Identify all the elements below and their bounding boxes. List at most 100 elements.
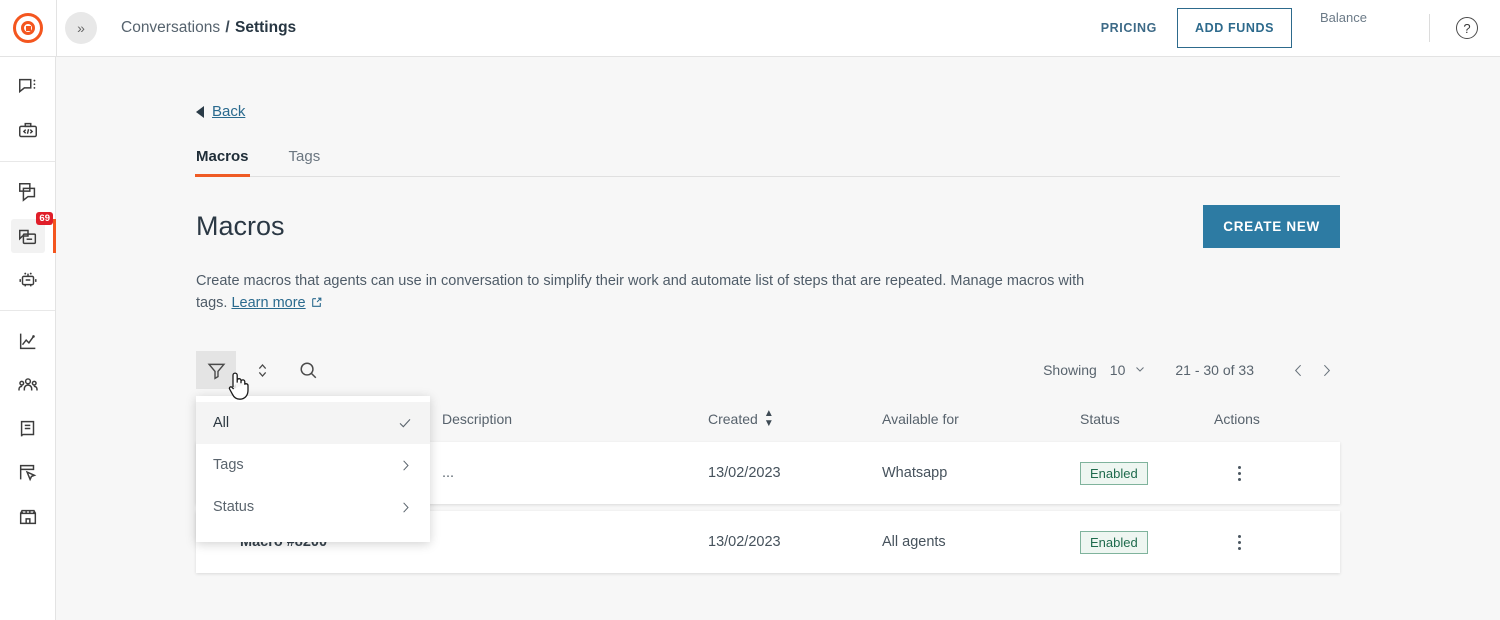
learn-more-link[interactable]: Learn more [231, 295, 305, 311]
back-link[interactable]: Back [212, 103, 245, 120]
per-page-value: 10 [1110, 362, 1126, 378]
sidebar-group-2: 69 [0, 162, 55, 311]
tab-macros[interactable]: Macros [196, 148, 257, 176]
main-content: Back Macros Tags Macros CREATE NEW Creat… [56, 57, 1500, 620]
double-chevron-right-icon[interactable]: » [65, 12, 97, 44]
breadcrumb: Conversations / Settings [121, 19, 296, 37]
chevron-down-icon [1133, 362, 1147, 379]
dropdown-item-tags-label: Tags [213, 457, 244, 473]
sidebar-group-3 [0, 311, 55, 547]
conversations-icon [11, 70, 45, 104]
inbox-archive-icon: 69 [11, 219, 45, 253]
kebab-menu-icon[interactable] [1232, 529, 1247, 556]
pagination-range: 21 - 30 of 33 [1175, 362, 1254, 378]
campaigns-copy-icon [11, 175, 45, 209]
pricing-link[interactable]: PRICING [1101, 21, 1157, 35]
per-page-select[interactable]: 10 [1110, 362, 1148, 379]
sidebar-item-store[interactable] [0, 495, 56, 539]
filter-button[interactable] [196, 351, 236, 389]
dropdown-item-all-label: All [213, 415, 229, 431]
dropdown-item-status-label: Status [213, 499, 254, 515]
catalog-book-icon [11, 412, 45, 446]
sidebar-item-developer[interactable] [0, 109, 56, 153]
status-badge: Enabled [1080, 462, 1148, 485]
page-description: Create macros that agents can use in con… [196, 270, 1101, 316]
header-actions: PRICING ADD FUNDS Balance ? [1101, 8, 1500, 48]
analytics-chart-icon [11, 324, 45, 358]
cell-description: ... [442, 465, 708, 481]
balance-label: Balance [1320, 10, 1367, 25]
sidebar-item-bot[interactable] [0, 258, 56, 302]
dropdown-item-tags[interactable]: Tags [196, 444, 430, 486]
header-divider [56, 0, 57, 56]
sidebar-item-campaigns[interactable] [0, 170, 56, 214]
pagination-controls: Showing 10 21 - 30 of 33 [1043, 356, 1340, 384]
external-link-icon[interactable] [310, 294, 323, 316]
contacts-people-icon [11, 368, 45, 402]
search-icon [297, 359, 319, 381]
column-header-status: Status [1080, 411, 1214, 427]
prev-page-button[interactable] [1284, 356, 1312, 384]
header-vertical-divider [1429, 14, 1430, 42]
check-icon [397, 415, 413, 431]
chevron-left-icon [1290, 362, 1307, 379]
column-header-description: Description [442, 411, 708, 427]
table-toolbar: Showing 10 21 - 30 of 33 [196, 344, 1340, 396]
sidebar-item-conversations[interactable] [0, 65, 56, 109]
chevron-right-icon [398, 458, 413, 473]
breadcrumb-current: Settings [235, 19, 296, 36]
flows-click-icon [11, 456, 45, 490]
filter-funnel-icon [206, 360, 227, 381]
sidebar-group-1 [0, 57, 55, 162]
status-badge: Enabled [1080, 531, 1148, 554]
breadcrumb-separator: / [224, 19, 230, 36]
title-row: Macros CREATE NEW [196, 205, 1340, 248]
filter-dropdown-menu: All Tags Status [196, 396, 430, 542]
column-header-actions: Actions [1214, 411, 1340, 427]
brand-logo[interactable] [0, 13, 56, 43]
content-container: Back Macros Tags Macros CREATE NEW Creat… [56, 57, 1500, 573]
sidebar-item-inbox[interactable]: 69 [0, 214, 56, 258]
cell-created: 13/02/2023 [708, 465, 882, 481]
sort-updown-icon [253, 361, 272, 380]
cell-status: Enabled [1080, 531, 1214, 554]
dropdown-item-status[interactable]: Status [196, 486, 430, 528]
kebab-menu-icon[interactable] [1232, 460, 1247, 487]
create-new-button[interactable]: CREATE NEW [1203, 205, 1340, 248]
cell-status: Enabled [1080, 462, 1214, 485]
tab-bar: Macros Tags [196, 148, 1340, 177]
cell-created: 13/02/2023 [708, 534, 882, 550]
sidebar-item-contacts[interactable] [0, 363, 56, 407]
back-row: Back [196, 57, 1360, 120]
dropdown-item-all[interactable]: All [196, 402, 430, 444]
bot-icon [11, 263, 45, 297]
help-icon[interactable]: ? [1456, 17, 1478, 39]
sidebar-item-flows[interactable] [0, 451, 56, 495]
cell-available-for: Whatsapp [882, 465, 1080, 481]
cell-actions [1214, 460, 1340, 487]
sort-indicator-icon: ▲▼ [764, 409, 774, 429]
top-header: » Conversations / Settings PRICING ADD F… [0, 0, 1500, 57]
sort-button[interactable] [242, 351, 282, 389]
sidebar-item-catalog[interactable] [0, 407, 56, 451]
inbox-unread-badge: 69 [36, 212, 53, 225]
back-caret-icon [196, 106, 204, 118]
column-header-created[interactable]: Created ▲▼ [708, 409, 882, 429]
tab-tags[interactable]: Tags [289, 148, 329, 176]
search-button[interactable] [288, 351, 328, 389]
chevron-right-icon [398, 500, 413, 515]
sidebar-item-analytics[interactable] [0, 319, 56, 363]
store-icon [11, 500, 45, 534]
add-funds-button[interactable]: ADD FUNDS [1177, 8, 1292, 48]
description-text: Create macros that agents can use in con… [196, 273, 1084, 311]
target-logo-icon [13, 13, 43, 43]
cell-available-for: All agents [882, 534, 1080, 550]
next-page-button[interactable] [1312, 356, 1340, 384]
cell-actions [1214, 529, 1340, 556]
column-header-created-label: Created [708, 411, 758, 427]
breadcrumb-root[interactable]: Conversations [121, 19, 220, 36]
showing-label: Showing [1043, 362, 1097, 378]
column-header-available-for: Available for [882, 411, 1080, 427]
chevron-right-icon [1318, 362, 1335, 379]
developer-code-icon [11, 114, 45, 148]
